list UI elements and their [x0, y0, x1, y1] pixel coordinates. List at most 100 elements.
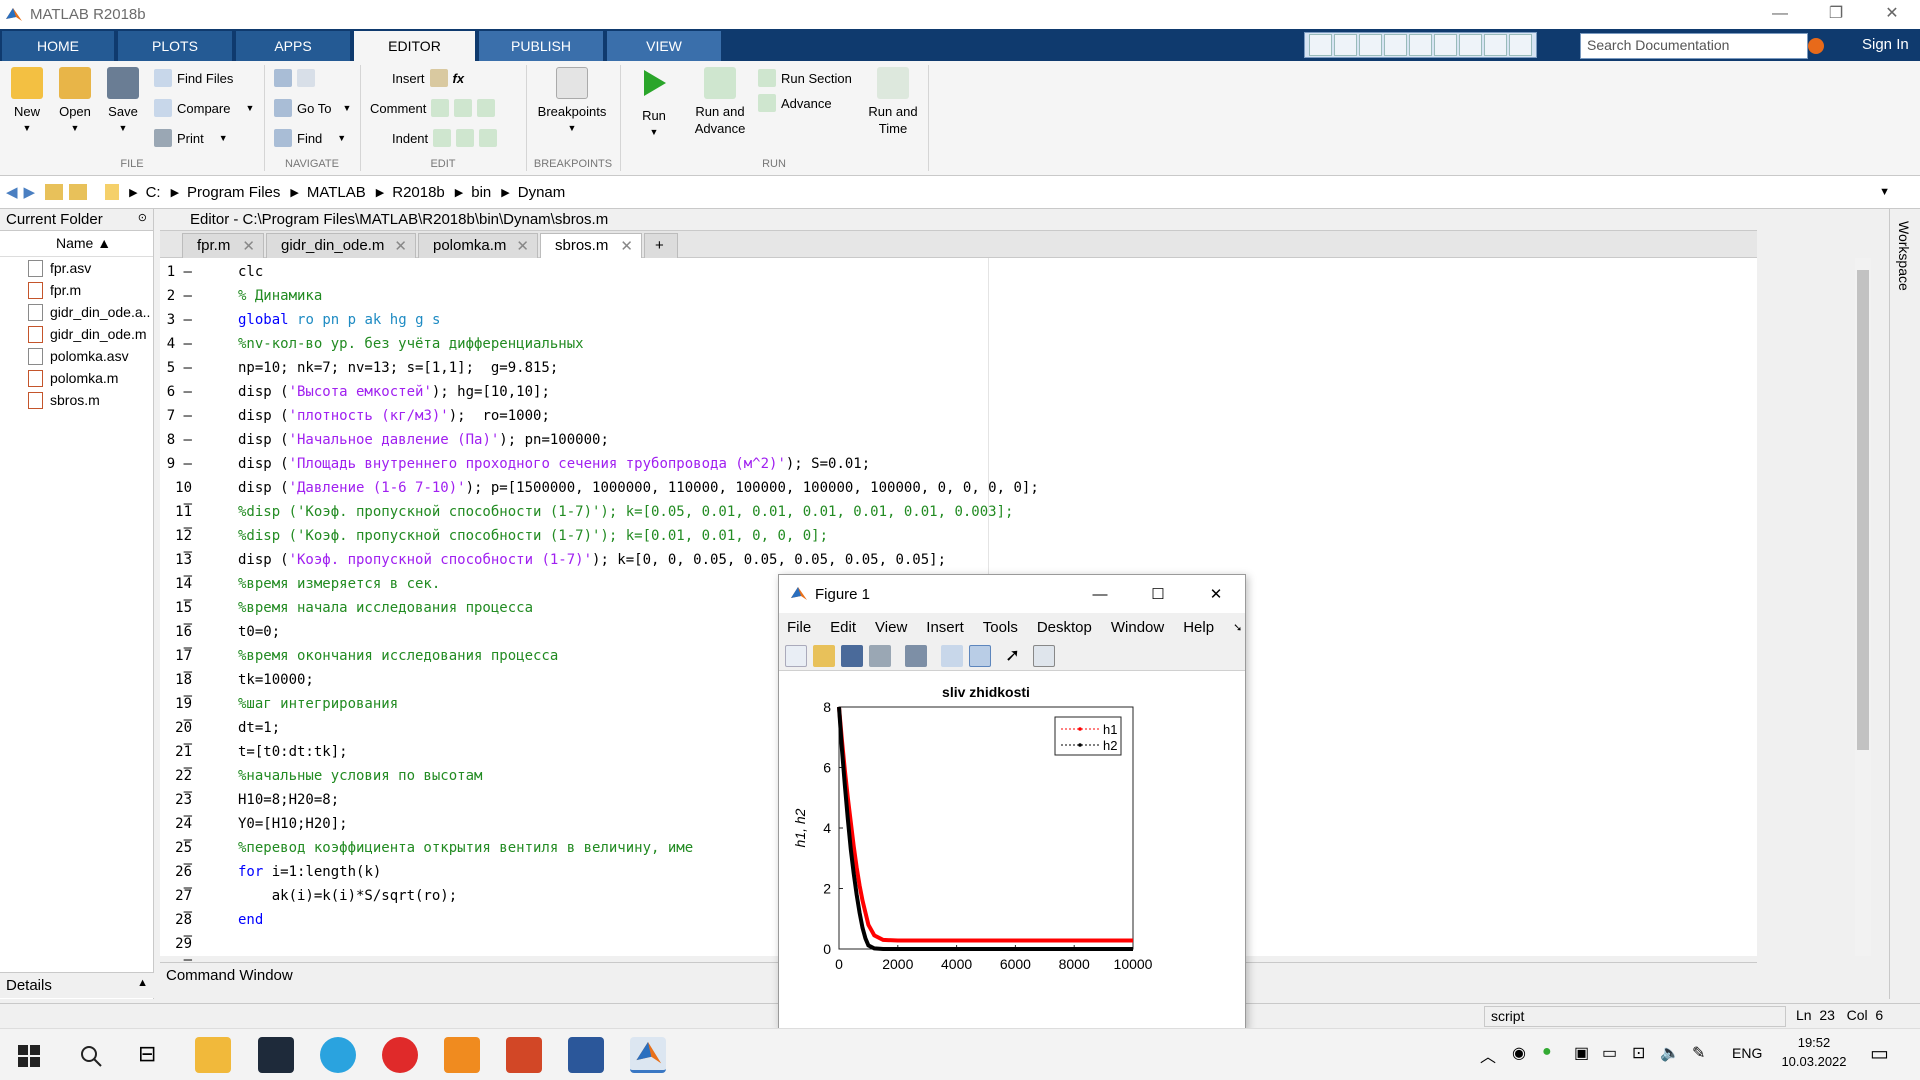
- list-item[interactable]: polomka.asv: [0, 345, 153, 367]
- code-line[interactable]: disp ('Высота емкостей'); hg=[10,10];: [238, 384, 550, 400]
- panel-menu-icon[interactable]: ⊙: [138, 211, 147, 224]
- notification-bell-icon[interactable]: [1806, 36, 1826, 56]
- print-figure-icon[interactable]: [869, 644, 891, 667]
- menu-help[interactable]: Help: [1183, 619, 1214, 636]
- switch-windows-icon[interactable]: [1459, 34, 1482, 56]
- address-bar[interactable]: ◀ ▶ ▶ C: ▶ Program Files ▶ MATLAB ▶ R2018b ▶…: [0, 176, 1920, 209]
- vertical-scrollbar[interactable]: [1855, 258, 1871, 956]
- workspace-label[interactable]: Workspace: [1896, 221, 1912, 291]
- list-item[interactable]: fpr.asv: [0, 257, 153, 279]
- sign-in-link[interactable]: Sign In: [1862, 36, 1909, 53]
- run-and-time-button[interactable]: Run and Time: [862, 61, 924, 137]
- compare-button[interactable]: Compare ▼: [154, 99, 254, 117]
- close-icon[interactable]: ✕: [242, 237, 255, 255]
- code-line[interactable]: tk=10000;: [238, 672, 314, 688]
- code-line[interactable]: t0=0;: [238, 624, 280, 640]
- function-fx-icon[interactable]: fx: [453, 71, 465, 86]
- details-panel-header[interactable]: Details ▲: [0, 972, 154, 998]
- figure-close-button[interactable]: ✕: [1187, 585, 1245, 603]
- code-line[interactable]: %начальные условия по высотам: [238, 768, 482, 784]
- code-line[interactable]: %шаг интегрирования: [238, 696, 398, 712]
- word-icon[interactable]: [568, 1037, 604, 1073]
- code-line[interactable]: Y0=[H10;H20];: [238, 816, 348, 832]
- list-item[interactable]: gidr_din_ode.m: [0, 323, 153, 345]
- cut-icon[interactable]: [1334, 34, 1357, 56]
- volume-icon[interactable]: 🔈: [1660, 1043, 1680, 1063]
- yandex-browser-icon[interactable]: [382, 1037, 418, 1073]
- battery-icon[interactable]: ▭: [1602, 1043, 1617, 1063]
- code-line[interactable]: %время начала исследования процесса: [238, 600, 533, 616]
- link-plot-icon[interactable]: [905, 644, 927, 667]
- powerpoint-icon[interactable]: [506, 1037, 542, 1073]
- up-folder-icon[interactable]: [45, 184, 64, 200]
- property-inspector-icon[interactable]: [1033, 644, 1055, 667]
- menu-insert[interactable]: Insert: [926, 619, 964, 636]
- tab-sbros-m[interactable]: sbros.m ✕: [540, 233, 642, 258]
- pdf-reader-icon[interactable]: [444, 1037, 480, 1073]
- code-line[interactable]: %disp ('Коэф. пропускной способности (1-…: [238, 528, 828, 544]
- code-line[interactable]: clc: [238, 264, 263, 280]
- breadcrumb-program-files[interactable]: Program Files: [187, 184, 280, 201]
- colorbar-icon[interactable]: [941, 644, 963, 667]
- pointer-icon[interactable]: ➚: [1005, 645, 1027, 667]
- list-item[interactable]: polomka.m: [0, 367, 153, 389]
- run-section-button[interactable]: Run Section: [758, 69, 852, 87]
- tab-view[interactable]: VIEW: [607, 31, 722, 61]
- code-line[interactable]: disp ('плотность (кг/м3)'); ro=1000;: [238, 408, 550, 424]
- tab-gidr-din-ode-m[interactable]: gidr_din_ode.m ✕: [266, 233, 416, 258]
- code-line[interactable]: %перевод коэффициента открытия вентиля в…: [238, 840, 693, 856]
- run-and-advance-button[interactable]: Run and Advance: [690, 61, 750, 137]
- tray-camera-icon[interactable]: ◉: [1512, 1043, 1526, 1063]
- list-item[interactable]: sbros.m: [0, 389, 153, 411]
- code-line[interactable]: disp ('Начальное давление (Па)'); pn=100…: [238, 432, 609, 448]
- back-arrow-icon[interactable]: ◀: [6, 183, 18, 201]
- save-icon[interactable]: [1309, 34, 1332, 56]
- code-line[interactable]: dt=1;: [238, 720, 280, 736]
- code-line[interactable]: t=[t0:dt:tk];: [238, 744, 348, 760]
- copy-icon[interactable]: [1359, 34, 1382, 56]
- search-icon[interactable]: [80, 1045, 102, 1067]
- code-line[interactable]: end: [238, 912, 263, 928]
- indent-button[interactable]: Indent: [392, 129, 498, 147]
- new-button[interactable]: New ▼: [6, 61, 48, 137]
- new-figure-icon[interactable]: [785, 644, 807, 667]
- menu-tools[interactable]: Tools: [983, 619, 1018, 636]
- tab-apps[interactable]: APPS: [236, 31, 351, 61]
- network-icon[interactable]: ⊡: [1632, 1043, 1645, 1063]
- new-tab-button[interactable]: +: [644, 233, 678, 258]
- vpn-shield-icon[interactable]: [258, 1037, 294, 1073]
- telegram-icon[interactable]: [320, 1037, 356, 1073]
- close-icon[interactable]: ✕: [516, 237, 529, 255]
- chevron-up-icon[interactable]: ▲: [137, 977, 148, 989]
- tray-app-icon[interactable]: ●: [1542, 1043, 1552, 1061]
- close-icon[interactable]: ✕: [394, 237, 407, 255]
- line-chart[interactable]: sliv zhidkosti h1, h2 0 2000 4000 6000 8000 100…: [779, 671, 1245, 1029]
- code-line[interactable]: for i=1:length(k): [238, 864, 381, 880]
- pen-icon[interactable]: ✎: [1692, 1043, 1705, 1063]
- tab-home[interactable]: HOME: [2, 31, 115, 61]
- search-documentation-input[interactable]: Search Documentation: [1580, 33, 1808, 59]
- find-files-button[interactable]: Find Files: [154, 69, 233, 87]
- breadcrumb-r2018b[interactable]: R2018b: [392, 184, 445, 201]
- open-file-icon[interactable]: [813, 644, 835, 667]
- tab-publish[interactable]: PUBLISH: [479, 31, 604, 61]
- figure-minimize-button[interactable]: —: [1071, 586, 1129, 603]
- community-icon[interactable]: [1509, 34, 1532, 56]
- tab-fpr-m[interactable]: fpr.m ✕: [182, 233, 264, 258]
- language-indicator[interactable]: ENG: [1732, 1045, 1762, 1061]
- tray-chevron-icon[interactable]: ︿: [1480, 1043, 1496, 1067]
- back-forward-buttons[interactable]: [274, 69, 315, 87]
- list-item[interactable]: fpr.m: [0, 279, 153, 301]
- figure-maximize-button[interactable]: ☐: [1129, 585, 1187, 603]
- find-button[interactable]: Find ▼: [274, 129, 346, 147]
- run-button[interactable]: Run ▼: [630, 61, 678, 141]
- workspace-side-panel[interactable]: Workspace: [1889, 209, 1920, 999]
- code-line[interactable]: disp ('Площадь внутреннего проходного се…: [238, 456, 870, 472]
- matlab-taskbar-icon[interactable]: [630, 1037, 666, 1073]
- code-line[interactable]: disp ('Коэф. пропускной способности (1-7…: [238, 552, 946, 568]
- restore-button[interactable]: ❐: [1808, 0, 1864, 29]
- tab-polomka-m[interactable]: polomka.m ✕: [418, 233, 538, 258]
- figure-plot-area[interactable]: sliv zhidkosti h1, h2 0 2000 4000 6000 8000 100…: [779, 671, 1245, 1029]
- breadcrumb-dynam[interactable]: Dynam: [518, 184, 566, 201]
- menu-file[interactable]: File: [787, 619, 811, 636]
